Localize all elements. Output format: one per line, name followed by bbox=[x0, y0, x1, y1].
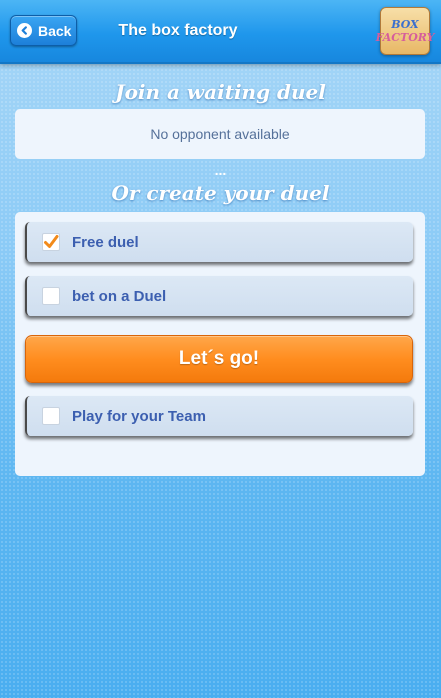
chevron-left-icon bbox=[17, 23, 32, 38]
logo-text-bottom: FACTORY bbox=[375, 31, 435, 44]
checkmark-icon bbox=[44, 235, 59, 248]
option-label: Free duel bbox=[72, 233, 139, 251]
lets-go-button[interactable]: Let´s go! bbox=[25, 335, 413, 383]
waiting-duels-panel: No opponent available bbox=[15, 109, 425, 159]
team-checkbox[interactable] bbox=[42, 407, 60, 425]
option-free-duel[interactable]: Free duel bbox=[25, 222, 413, 262]
app-header: Back The box factory BOX FACTORY bbox=[0, 0, 441, 64]
app-logo[interactable]: BOX FACTORY bbox=[376, 7, 434, 55]
bet-duel-checkbox[interactable] bbox=[42, 287, 60, 305]
option-label: Play for your Team bbox=[72, 407, 206, 425]
option-play-for-team[interactable]: Play for your Team bbox=[25, 396, 413, 436]
join-duel-heading: Join a waiting duel bbox=[115, 80, 326, 104]
back-button[interactable]: Back bbox=[10, 15, 77, 46]
create-duel-panel: Free duel bet on a Duel Let´s go! Play f… bbox=[15, 212, 425, 476]
section-separator: ... bbox=[214, 162, 227, 178]
create-duel-heading: Or create your duel bbox=[111, 181, 330, 205]
no-opponent-message: No opponent available bbox=[150, 126, 290, 142]
free-duel-checkbox[interactable] bbox=[42, 233, 60, 251]
page-title: The box factory bbox=[118, 22, 238, 39]
logo-text-top: BOX bbox=[391, 18, 419, 31]
back-button-label: Back bbox=[38, 22, 72, 39]
option-bet-on-duel[interactable]: bet on a Duel bbox=[25, 276, 413, 316]
option-label: bet on a Duel bbox=[72, 287, 167, 305]
